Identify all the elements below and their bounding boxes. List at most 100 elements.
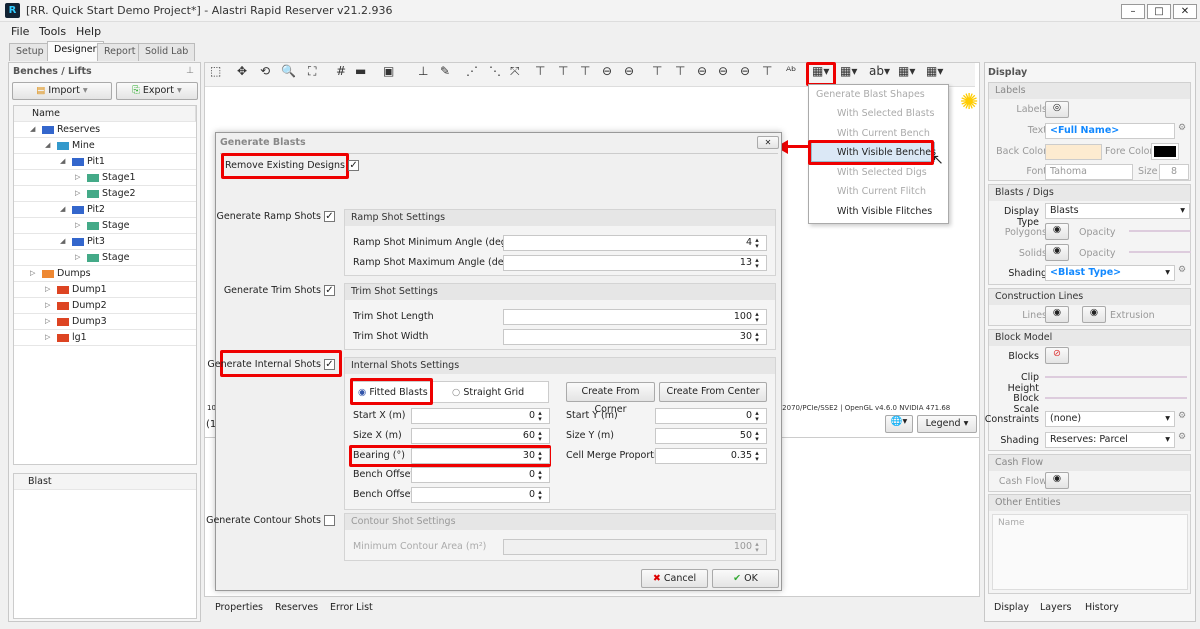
tree-row[interactable]: ▷ Dumps: [14, 266, 196, 282]
polygons-opacity-slider[interactable]: [1129, 230, 1191, 232]
trim-checkbox[interactable]: ✓: [324, 285, 335, 296]
blast4-icon[interactable]: ▦▾: [926, 64, 943, 86]
back-color-picker[interactable]: [1045, 144, 1102, 160]
remove-existing-designs[interactable]: Remove Existing Designs ✓: [225, 160, 360, 171]
tab-setup[interactable]: Setup: [9, 43, 51, 61]
fitted-blasts-radio[interactable]: ◉ Fitted Blasts: [358, 387, 428, 398]
cell-merge-input[interactable]: 0.35: [655, 448, 767, 464]
tool2-icon[interactable]: ⋱: [489, 64, 501, 86]
tree-row[interactable]: ◢ Mine: [14, 138, 196, 154]
expander-icon[interactable]: ◢: [30, 122, 35, 137]
polygons-eye-toggle[interactable]: ◉: [1045, 223, 1069, 240]
shading-gear-icon[interactable]: ⚙: [1178, 265, 1186, 275]
ruler-icon[interactable]: ▬: [355, 64, 366, 86]
text-icon[interactable]: ᴬᵇ: [786, 64, 796, 86]
block-shading-dropdown[interactable]: Reserves: Parcel ▾: [1045, 432, 1175, 448]
tree-row[interactable]: ▷ lg1: [14, 330, 196, 346]
expander-icon[interactable]: ◢: [45, 138, 50, 153]
rotate-icon[interactable]: ⟲: [260, 64, 270, 86]
maximize-button[interactable]: □: [1147, 4, 1171, 19]
internal-checkbox[interactable]: ✓: [324, 359, 335, 370]
tool7-icon[interactable]: ⊖: [602, 64, 612, 86]
tree-row[interactable]: ▷ Dump1: [14, 282, 196, 298]
tool8-icon[interactable]: ⊖: [624, 64, 634, 86]
expander-icon[interactable]: ▷: [75, 218, 80, 233]
menu-tools[interactable]: Tools: [39, 25, 66, 38]
blast2-icon[interactable]: ▦▾: [840, 64, 857, 86]
tree-row[interactable]: ▷ Stage1: [14, 170, 196, 186]
minimize-button[interactable]: –: [1121, 4, 1145, 19]
lines-eye-toggle[interactable]: ◉: [1045, 306, 1069, 323]
tool13-icon[interactable]: ⊖: [740, 64, 750, 86]
block-shading-gear-icon[interactable]: ⚙: [1178, 432, 1186, 442]
menu-help[interactable]: Help: [76, 25, 101, 38]
tab-solid-lab[interactable]: Solid Lab: [138, 43, 196, 61]
blocks-eye-toggle[interactable]: ⊘: [1045, 347, 1069, 364]
ramp-min-input[interactable]: 4: [503, 235, 767, 251]
constraints-gear-icon[interactable]: ⚙: [1178, 411, 1186, 421]
tab-layers[interactable]: Layers: [1040, 602, 1071, 613]
generate-internal-shots[interactable]: Generate Internal Shots ✓: [207, 359, 335, 370]
grid-icon[interactable]: #: [336, 64, 346, 86]
menu-item-current-flitch[interactable]: With Current Flitch: [837, 186, 926, 197]
size-y-input[interactable]: 50: [655, 428, 767, 444]
tree-row[interactable]: ◢ Pit3: [14, 234, 196, 250]
tool1-icon[interactable]: ⋰: [466, 64, 478, 86]
tab-reserves[interactable]: Reserves: [275, 602, 318, 613]
font-dropdown[interactable]: Tahoma: [1045, 164, 1133, 180]
expander-icon[interactable]: ▷: [75, 186, 80, 201]
tree-row[interactable]: ▷ Dump3: [14, 314, 196, 330]
expander-icon[interactable]: ◢: [60, 202, 65, 217]
remove-checkbox[interactable]: ✓: [348, 160, 360, 171]
export-button[interactable]: ⎘ Export ▾: [116, 82, 198, 100]
size-x-input[interactable]: 60: [411, 428, 550, 444]
generate-trim-shots[interactable]: Generate Trim Shots ✓: [224, 285, 335, 296]
menu-file[interactable]: File: [11, 25, 29, 38]
tool11-icon[interactable]: ⊖: [697, 64, 707, 86]
tool14-icon[interactable]: ⊤: [762, 64, 772, 86]
pan-icon[interactable]: ✥: [237, 64, 247, 86]
extrusion-eye-toggle[interactable]: ◉: [1082, 306, 1106, 323]
expander-icon[interactable]: ▷: [45, 298, 50, 313]
straight-grid-radio[interactable]: ○ Straight Grid: [452, 387, 524, 398]
tree-row[interactable]: ◢ Pit1: [14, 154, 196, 170]
menu-item-current-bench[interactable]: With Current Bench: [837, 128, 930, 139]
generate-ramp-shots[interactable]: Generate Ramp Shots ✓: [217, 211, 335, 222]
tab-display[interactable]: Display: [994, 602, 1029, 613]
tree-row[interactable]: ▷ Dump2: [14, 298, 196, 314]
import-button[interactable]: ▤ Import ▾: [12, 82, 112, 100]
tool12-icon[interactable]: ⊖: [718, 64, 728, 86]
block-scale-slider[interactable]: [1045, 397, 1187, 399]
expander-icon[interactable]: ◢: [60, 154, 65, 169]
blast3-icon[interactable]: ▦▾: [898, 64, 915, 86]
pin-icon[interactable]: ⊥: [186, 66, 194, 76]
offset-y-input[interactable]: 0: [411, 487, 550, 503]
menu-item-selected-digs[interactable]: With Selected Digs: [837, 167, 927, 178]
expander-icon[interactable]: ▷: [75, 170, 80, 185]
pencil-icon[interactable]: ✎: [440, 64, 450, 86]
tree-row[interactable]: ◢ Reserves: [14, 122, 196, 138]
create-from-corner-button[interactable]: Create From Corner: [566, 382, 655, 415]
bearing-input[interactable]: 30: [411, 448, 550, 464]
contour-checkbox[interactable]: [324, 515, 335, 526]
tree-row[interactable]: ▷ Stage: [14, 250, 196, 266]
solids-opacity-slider[interactable]: [1129, 251, 1191, 253]
legend-button[interactable]: Legend ▾: [917, 415, 977, 433]
tree-row[interactable]: ▷ Stage: [14, 218, 196, 234]
tab-properties[interactable]: Properties: [215, 602, 263, 613]
tab-report[interactable]: Report: [97, 43, 143, 61]
expander-icon[interactable]: ▷: [45, 330, 50, 345]
tool3-icon[interactable]: ⤧: [510, 64, 520, 86]
clip-height-slider[interactable]: [1045, 376, 1187, 378]
menu-item-selected-blasts[interactable]: With Selected Blasts: [837, 108, 934, 119]
generate-contour-shots[interactable]: Generate Contour Shots: [206, 515, 335, 526]
tab-designer[interactable]: Designer: [47, 41, 104, 61]
display-type-dropdown[interactable]: Blasts ▾: [1045, 203, 1190, 219]
select-icon[interactable]: ⬚: [210, 64, 221, 86]
size-input[interactable]: 8: [1159, 164, 1189, 180]
menu-item-visible-flitches[interactable]: With Visible Flitches: [837, 206, 932, 217]
start-y-input[interactable]: 0: [655, 408, 767, 424]
ramp-checkbox[interactable]: ✓: [324, 211, 335, 222]
labels-eye-toggle[interactable]: ◎: [1045, 101, 1069, 118]
tree-row[interactable]: ▷ Stage2: [14, 186, 196, 202]
